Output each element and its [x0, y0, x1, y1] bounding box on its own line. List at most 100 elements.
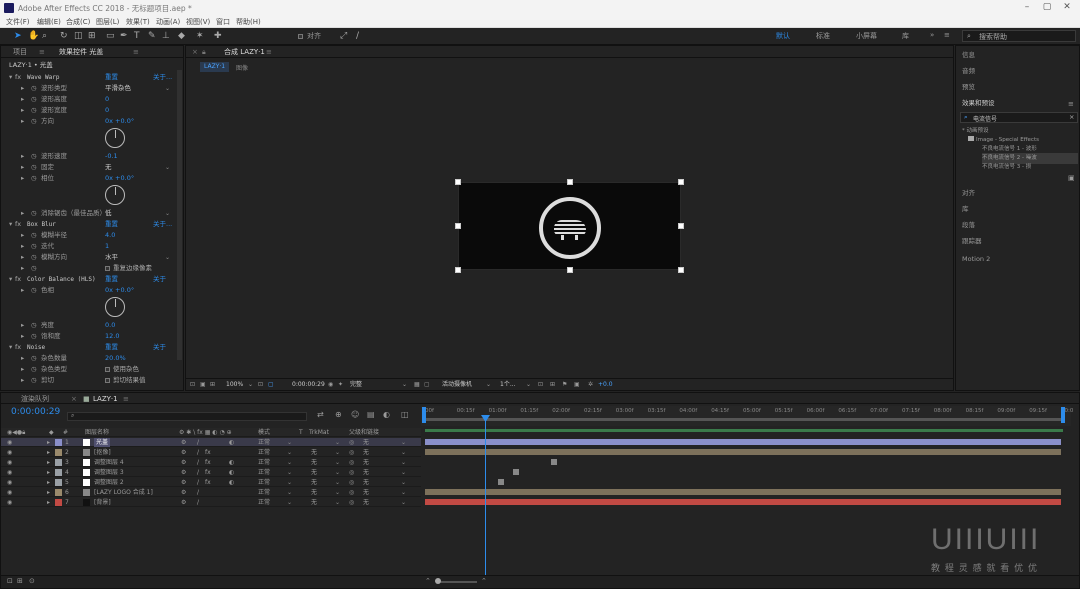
mode-dropdown-icon[interactable]: ⌄ [287, 468, 292, 477]
mode-dropdown-icon[interactable]: ⌄ [287, 458, 292, 467]
property-value[interactable]: 4.0 [105, 230, 115, 241]
label-color-swatch[interactable] [55, 479, 62, 486]
tab-effects-menu-icon[interactable]: ≡ [133, 46, 139, 58]
puppet-tool-icon[interactable]: ✚ [214, 31, 222, 42]
quality-switch-icon[interactable]: / [197, 458, 199, 467]
property-expand-icon[interactable]: ▸ [21, 83, 24, 94]
property-checkbox[interactable] [105, 367, 110, 372]
zoom-in-icon[interactable]: ⌃ [481, 577, 487, 585]
views-dropdown-icon[interactable]: ⌄ [526, 379, 531, 390]
resolution-icon[interactable]: ⊡ [258, 379, 263, 390]
menu-help[interactable]: 帮助(H) [236, 17, 261, 27]
label-color-swatch[interactable] [55, 469, 62, 476]
stopwatch-icon[interactable]: ◷ [31, 151, 37, 162]
layer-expand-icon[interactable]: ▸ [47, 458, 50, 467]
draft-3d-icon[interactable]: ⊕ [335, 410, 342, 419]
menu-edit[interactable]: 编辑(E) [37, 17, 61, 27]
col-mode[interactable]: 模式 [258, 428, 270, 437]
pickwhip-icon[interactable]: ◎ [349, 458, 354, 467]
panel-library[interactable]: 库 [962, 204, 969, 215]
workspace-menu-icon[interactable]: ≡ [944, 31, 950, 39]
adjustment-switch-icon[interactable]: ◐ [229, 478, 234, 487]
quality-switch-icon[interactable]: / [197, 488, 199, 497]
region-of-interest-icon[interactable]: ▢ [424, 379, 430, 390]
quality-switch-icon[interactable]: / [197, 478, 199, 487]
workspace-more-icon[interactable]: » [930, 31, 934, 39]
expand-triangle-icon[interactable]: ▾ [9, 72, 12, 83]
layer-parent[interactable]: 无 [363, 458, 369, 467]
zoom-out-icon[interactable]: ⌃ [425, 577, 431, 585]
layer-expand-icon[interactable]: ▸ [47, 488, 50, 497]
property-value[interactable]: 低 [105, 208, 112, 219]
stopwatch-icon[interactable]: ◷ [31, 105, 37, 116]
snap-extra-icon[interactable]: ∕ [356, 31, 359, 42]
property-expand-icon[interactable]: ▸ [21, 116, 24, 127]
help-search-input[interactable]: 搜索帮助 [979, 32, 1007, 42]
tab-menu-icon[interactable]: ≡ [39, 46, 45, 58]
parent-dropdown-icon[interactable]: ⌄ [401, 478, 406, 487]
stopwatch-icon[interactable]: ◷ [31, 320, 37, 331]
viewer-timecode[interactable]: 0:00:00:29 [292, 379, 325, 390]
property-value[interactable]: 0 [105, 105, 109, 116]
camera-dropdown-icon[interactable]: ⌄ [486, 379, 491, 390]
panel-tracker[interactable]: 跟踪器 [962, 236, 982, 247]
property-expand-icon[interactable]: ▸ [21, 375, 24, 386]
trkmat-dropdown-icon[interactable]: ⌄ [335, 498, 340, 507]
trkmat-dropdown-icon[interactable]: ⌄ [335, 438, 340, 447]
always-preview-icon[interactable]: ⊡ [190, 379, 195, 390]
fx-icon[interactable]: fx [15, 219, 21, 230]
work-area-bar[interactable] [423, 418, 1065, 421]
toggle-switches-icon[interactable]: ⊡ [7, 577, 13, 585]
timeline-close-icon[interactable]: × [71, 393, 77, 405]
trkmat-dropdown-icon[interactable]: ⌄ [335, 448, 340, 457]
stopwatch-icon[interactable]: ◷ [31, 263, 37, 274]
zoom-dropdown-icon[interactable]: ⌄ [248, 379, 253, 390]
stopwatch-icon[interactable]: ◷ [31, 252, 37, 263]
brush-tool-icon[interactable]: ✎ [148, 31, 156, 42]
property-value[interactable]: 0x +0.0° [105, 285, 134, 296]
expand-triangle-icon[interactable]: ▾ [9, 219, 12, 230]
quality-select[interactable]: 完整 [350, 379, 362, 390]
camera-tool-icon[interactable]: ◫ [74, 31, 83, 42]
visibility-eye-icon[interactable]: ◉ [7, 468, 12, 477]
expand-triangle-icon[interactable]: ▾ [9, 274, 12, 285]
pickwhip-icon[interactable]: ◎ [349, 488, 354, 497]
close-button[interactable]: ✕ [1058, 1, 1076, 14]
property-expand-icon[interactable]: ▸ [21, 105, 24, 116]
quality-switch-icon[interactable]: / [197, 498, 199, 507]
camera-snapshot-icon[interactable]: ◉ [328, 379, 333, 390]
shy-switch-icon[interactable]: ⚙ [181, 488, 186, 497]
stopwatch-icon[interactable]: ◷ [31, 116, 37, 127]
stopwatch-icon[interactable]: ◷ [31, 285, 37, 296]
layer-mode[interactable]: 正常 [258, 438, 270, 447]
layer-expand-icon[interactable]: ▸ [47, 468, 50, 477]
mode-dropdown-icon[interactable]: ⌄ [287, 448, 292, 457]
effect-header[interactable]: ▾ fx Wave Warp 重置 关于... [1, 72, 177, 83]
dropdown-arrow-icon[interactable]: ⌄ [165, 83, 170, 94]
layer-row[interactable]: ◉ ▸ 7 [背景] ⚙ / 正常 ⌄ 无 ⌄ ◎ 无 ⌄ [1, 498, 421, 507]
property-expand-icon[interactable]: ▸ [21, 208, 24, 219]
effect-header[interactable]: ▾ fx Noise 重置 关于 [1, 342, 177, 353]
pickwhip-icon[interactable]: ◎ [349, 478, 354, 487]
property-expand-icon[interactable]: ▸ [21, 285, 24, 296]
layer-mode[interactable]: 正常 [258, 448, 270, 457]
workspace-default[interactable]: 默认 [776, 31, 790, 41]
layer-name[interactable]: [背景] [94, 498, 111, 507]
property-expand-icon[interactable]: ▸ [21, 94, 24, 105]
workspace-small-screen[interactable]: 小屏幕 [856, 31, 877, 41]
layer-trkmat[interactable]: 无 [311, 468, 317, 477]
effects-search-input[interactable]: 电流信号 [973, 114, 997, 123]
stopwatch-icon[interactable]: ◷ [31, 353, 37, 364]
stopwatch-icon[interactable]: ◷ [31, 94, 37, 105]
eraser-tool-icon[interactable]: ◆ [178, 31, 185, 42]
stopwatch-icon[interactable]: ◷ [31, 241, 37, 252]
zoom-tool-icon[interactable]: ⌕ [42, 31, 47, 42]
mode-dropdown-icon[interactable]: ⌄ [287, 498, 292, 507]
property-expand-icon[interactable]: ▸ [21, 230, 24, 241]
fast-preview-icon[interactable]: ⊞ [550, 379, 555, 390]
effect-about[interactable]: 关于 [153, 342, 166, 353]
visibility-eye-icon[interactable]: ◉ [7, 438, 12, 447]
comp-breadcrumb[interactable]: 图像 [236, 63, 248, 72]
trkmat-dropdown-icon[interactable]: ⌄ [335, 458, 340, 467]
layer-row[interactable]: ◉ ▸ 6 [LAZY LOGO 合成 1] ⚙ / 正常 ⌄ 无 ⌄ ◎ 无 … [1, 488, 421, 497]
